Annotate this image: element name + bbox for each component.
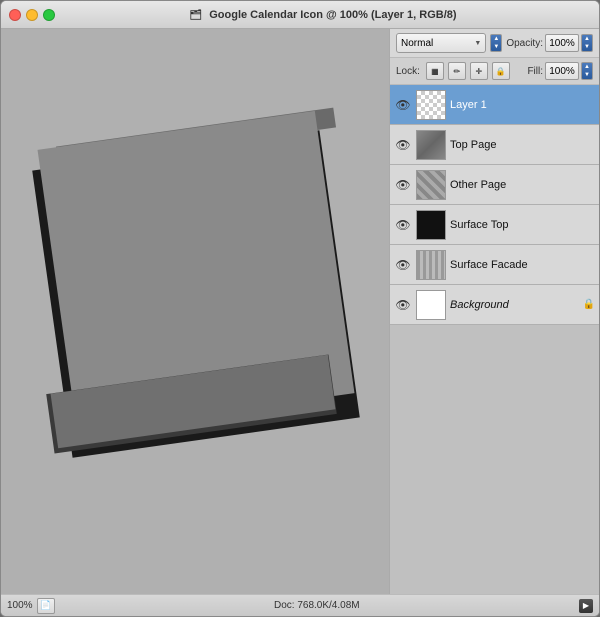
- right-arrow-icon: ▶: [583, 601, 589, 610]
- fill-spin-down-icon[interactable]: ▼: [582, 71, 592, 79]
- spin-up-icon[interactable]: ▲: [491, 35, 501, 43]
- layer-thumbnail: [416, 290, 446, 320]
- titlebar: 🗂 Google Calendar Icon @ 100% (Layer 1, …: [1, 1, 599, 29]
- layer-item[interactable]: 👁 Top Page: [390, 125, 599, 165]
- close-button[interactable]: [9, 9, 21, 21]
- fill-spin-up-icon[interactable]: ▲: [582, 63, 592, 71]
- layer-name: Other Page: [450, 179, 595, 191]
- opacity-label: Opacity:: [506, 38, 543, 49]
- gray-diagonal-thumb: [417, 131, 445, 159]
- photoshop-window: 🗂 Google Calendar Icon @ 100% (Layer 1, …: [0, 0, 600, 617]
- blend-dropdown-arrow: ▼: [474, 40, 481, 47]
- layers-list: 👁 Layer 1 👁 Top Page 👁: [390, 85, 599, 594]
- opacity-spin-up-icon[interactable]: ▲: [582, 35, 592, 43]
- layer-thumbnail: [416, 130, 446, 160]
- status-arrow-button[interactable]: ▶: [579, 599, 593, 613]
- layer-lock-icon: 🔒: [583, 299, 595, 310]
- spin-down-icon[interactable]: ▼: [491, 43, 501, 51]
- black-thumb: [417, 211, 445, 239]
- brush-icon: ✏: [454, 67, 461, 76]
- visibility-icon[interactable]: 👁: [394, 216, 412, 234]
- opacity-value[interactable]: 100%: [545, 34, 579, 52]
- lock-position-button[interactable]: ✛: [470, 62, 488, 80]
- zoom-level: 100%: [7, 600, 33, 611]
- layer-thumbnail: [416, 90, 446, 120]
- fill-label: Fill:: [527, 66, 543, 77]
- layer-item[interactable]: 👁 Other Page: [390, 165, 599, 205]
- visibility-icon[interactable]: 👁: [394, 256, 412, 274]
- layer-item[interactable]: 👁 Layer 1: [390, 85, 599, 125]
- opacity-spinner[interactable]: ▲ ▼: [581, 34, 593, 52]
- white-thumb: [417, 291, 445, 319]
- lock-image-button[interactable]: ✏: [448, 62, 466, 80]
- checkerboard-thumb: [417, 91, 445, 119]
- page-icon: 📄: [40, 600, 51, 611]
- fill-spinner[interactable]: ▲ ▼: [581, 62, 593, 80]
- layer-name: Layer 1: [450, 99, 595, 111]
- icon-graphic: [31, 79, 361, 509]
- lock-transparent-button[interactable]: ▦: [426, 62, 444, 80]
- layer-item[interactable]: 👁 Background 🔒: [390, 285, 599, 325]
- app-icon: 🗂: [189, 10, 202, 21]
- opacity-section: Opacity: 100% ▲ ▼: [506, 34, 593, 52]
- lock-icon: 🔒: [496, 67, 506, 76]
- layer-name: Surface Top: [450, 219, 595, 231]
- blend-spinner[interactable]: ▲ ▼: [490, 34, 502, 52]
- visibility-icon[interactable]: 👁: [394, 296, 412, 314]
- blend-mode-select[interactable]: Normal ▼: [396, 33, 486, 53]
- checkerboard-icon: ▦: [431, 67, 439, 76]
- lock-label: Lock:: [396, 66, 420, 77]
- lock-row: Lock: ▦ ✏ ✛ 🔒 Fill: 100% ▲: [390, 58, 599, 85]
- visibility-icon[interactable]: 👁: [394, 96, 412, 114]
- layer-name: Top Page: [450, 139, 595, 151]
- minimize-button[interactable]: [26, 9, 38, 21]
- blend-opacity-row: Normal ▼ ▲ ▼ Opacity: 100% ▲ ▼: [390, 29, 599, 58]
- fill-value[interactable]: 100%: [545, 62, 579, 80]
- fill-section: Fill: 100% ▲ ▼: [527, 62, 593, 80]
- canvas-area: [1, 29, 389, 594]
- stripes2-thumb: [417, 251, 445, 279]
- visibility-icon[interactable]: 👁: [394, 176, 412, 194]
- doc-info: Doc: 768.0K/4.08M: [59, 600, 575, 611]
- layer-thumbnail: [416, 210, 446, 240]
- status-page-icon[interactable]: 📄: [37, 598, 55, 614]
- layer-thumbnail: [416, 170, 446, 200]
- move-icon: ✛: [476, 67, 483, 76]
- layer-thumbnail: [416, 250, 446, 280]
- layers-panel: Normal ▼ ▲ ▼ Opacity: 100% ▲ ▼: [389, 29, 599, 594]
- maximize-button[interactable]: [43, 9, 55, 21]
- traffic-lights: [9, 9, 55, 21]
- content-area: Normal ▼ ▲ ▼ Opacity: 100% ▲ ▼: [1, 29, 599, 594]
- layer-item[interactable]: 👁 Surface Top: [390, 205, 599, 245]
- layer-name: Background: [450, 299, 579, 311]
- stripes-thumb: [417, 171, 445, 199]
- statusbar: 100% 📄 Doc: 768.0K/4.08M ▶: [1, 594, 599, 616]
- visibility-icon[interactable]: 👁: [394, 136, 412, 154]
- layer-name: Surface Facade: [450, 259, 595, 271]
- lock-all-button[interactable]: 🔒: [492, 62, 510, 80]
- window-title: 🗂 Google Calendar Icon @ 100% (Layer 1, …: [55, 9, 591, 21]
- layer-item[interactable]: 👁 Surface Facade: [390, 245, 599, 285]
- opacity-spin-down-icon[interactable]: ▼: [582, 43, 592, 51]
